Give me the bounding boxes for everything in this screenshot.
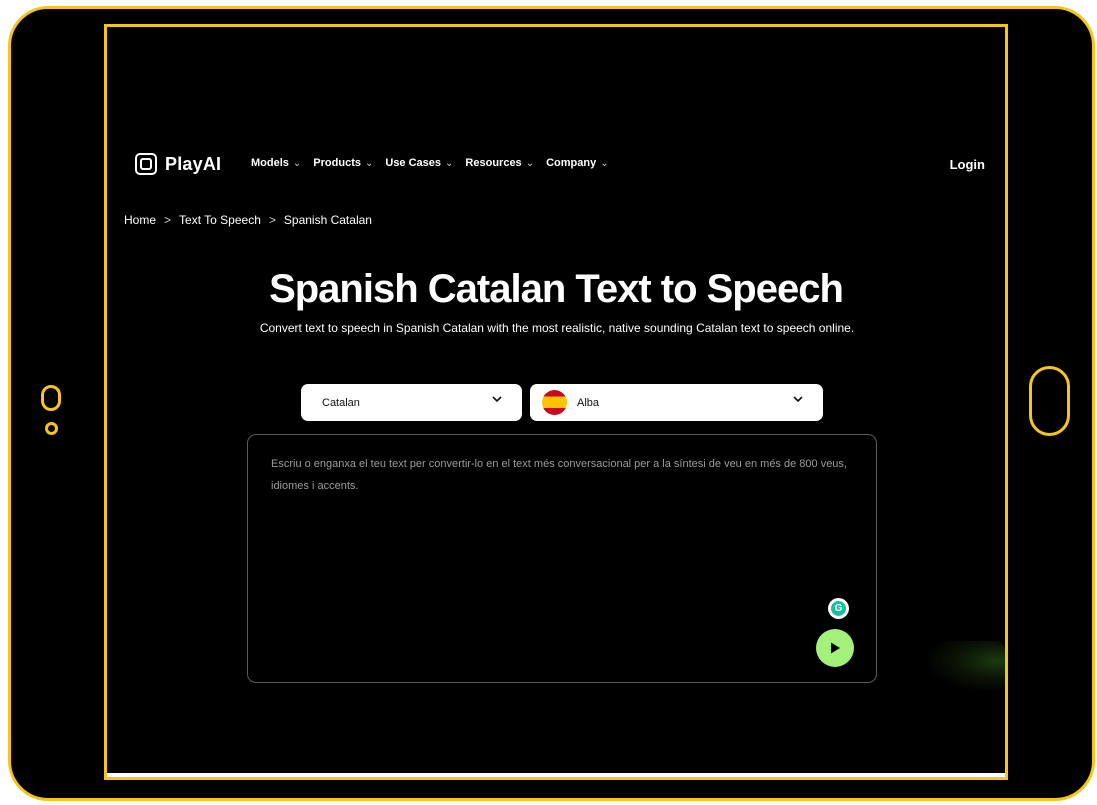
play-button[interactable]	[816, 629, 854, 667]
nav-item-label: Models	[251, 157, 289, 169]
nav-item-label: Use Cases	[385, 157, 442, 169]
nav-item-label: Company	[546, 157, 597, 169]
nav-item-resources[interactable]: Resources ⌄	[465, 157, 534, 169]
nav-item-company[interactable]: Company ⌄	[546, 157, 609, 169]
chevron-down-icon	[492, 396, 502, 403]
text-input-area[interactable]: Escriu o enganxa el teu text per convert…	[247, 434, 877, 683]
voice-select[interactable]: Alba	[530, 384, 823, 421]
navbar: PlayAI Models ⌄ Products ⌄ Use Cases ⌄ R…	[135, 153, 985, 187]
chevron-down-icon	[793, 396, 803, 403]
sensor-icon	[45, 422, 58, 435]
screen: PlayAI Models ⌄ Products ⌄ Use Cases ⌄ R…	[104, 24, 1008, 780]
chevron-down-icon: ⌄	[600, 157, 609, 169]
text-input-placeholder: Escriu o enganxa el teu text per convert…	[271, 458, 847, 492]
breadcrumb-separator: >	[268, 213, 276, 227]
chevron-down-icon: ⌄	[292, 157, 302, 169]
chevron-down-icon: ⌄	[525, 157, 535, 169]
play-icon	[831, 642, 840, 654]
page-title: Spanish Catalan Text to Speech	[269, 267, 844, 311]
main-menu: Models ⌄ Products ⌄ Use Cases ⌄ Resource…	[251, 157, 609, 169]
playai-logo-icon	[135, 153, 157, 175]
nav-item-label: Resources	[465, 157, 522, 169]
chevron-down-icon: ⌄	[364, 157, 374, 169]
spain-flag-icon	[542, 390, 567, 415]
nav-item-models[interactable]: Models ⌄	[251, 157, 301, 169]
screen-bottom-edge	[107, 773, 1005, 777]
chevron-down-icon: ⌄	[445, 157, 454, 169]
decorative-glow	[927, 641, 1005, 691]
nav-item-label: Products	[313, 157, 361, 169]
page-subtitle: Convert text to speech in Spanish Catala…	[259, 321, 855, 335]
breadcrumb-current: Spanish Catalan	[283, 213, 372, 227]
nav-item-use-cases[interactable]: Use Cases ⌄	[385, 157, 453, 169]
home-button	[1029, 366, 1070, 436]
nav-item-products[interactable]: Products ⌄	[313, 157, 373, 169]
camera-icon	[41, 385, 61, 411]
breadcrumb: Home > Text To Speech > Spanish Catalan	[124, 213, 372, 227]
voice-select-value: Alba	[577, 396, 600, 409]
language-select[interactable]: Catalan	[301, 384, 522, 421]
language-select-value: Catalan	[322, 396, 360, 409]
breadcrumb-text-to-speech[interactable]: Text To Speech	[179, 213, 261, 227]
logo[interactable]: PlayAI	[135, 153, 221, 175]
breadcrumb-home[interactable]: Home	[124, 213, 156, 227]
grammarly-icon[interactable]: G	[828, 598, 849, 619]
login-link[interactable]: Login	[950, 157, 985, 172]
breadcrumb-separator: >	[164, 213, 172, 227]
brand-name: PlayAI	[165, 153, 222, 174]
grammarly-g-icon: G	[831, 601, 846, 616]
